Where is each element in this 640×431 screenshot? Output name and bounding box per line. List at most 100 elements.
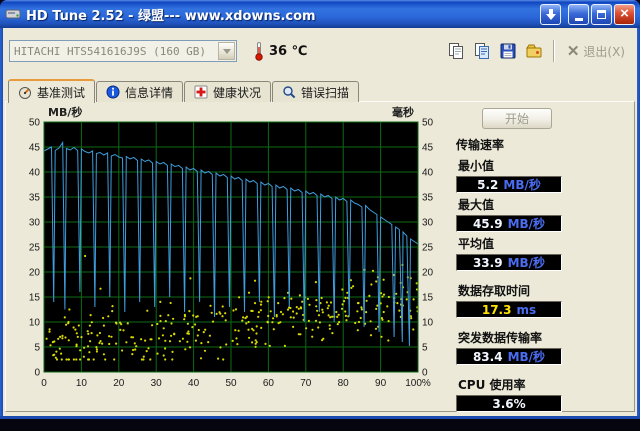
svg-text:70: 70 [300,378,312,389]
tab-label: 信息详情 [125,85,174,100]
magnifier-icon [283,86,296,99]
access-time-unit: ms [516,302,537,317]
svg-text:40: 40 [188,378,200,389]
cpu-usage-value-box: 3.6% [456,395,562,412]
svg-text:25: 25 [29,243,41,254]
benchmark-tab-page: 0 0 5 5 10 10 15 15 20 20 25 25 30 30 35 35 40 40 45 45 50 50… [5,101,635,412]
access-time-value: 17.3 [481,302,512,317]
svg-text:15: 15 [29,293,41,304]
avg-label: 平均值 [458,237,495,251]
svg-text:5: 5 [422,343,428,354]
svg-text:60: 60 [263,378,275,389]
burst-rate-value: 83.4 [472,349,503,364]
avg-unit: MB/秒 [507,256,546,270]
svg-text:20: 20 [29,268,41,279]
copy-icon [448,43,463,59]
info-icon [106,85,120,99]
maximize-icon [597,9,606,19]
svg-text:40: 40 [422,168,434,179]
thermometer-icon [255,42,263,61]
svg-text:0: 0 [422,368,428,379]
save-icon [500,43,516,59]
svg-text:MB/秒: MB/秒 [48,106,82,119]
toolbar: HITACHI HTS541616J9S (160 GB) 36 ℃ ✕ 退出(… [3,36,637,66]
combobox-dropdown-button[interactable] [218,42,235,60]
svg-text:50: 50 [225,378,237,389]
maximize-button[interactable] [591,3,612,25]
chevron-down-icon [222,48,231,58]
close-icon: × [620,5,629,22]
svg-text:90: 90 [375,378,387,389]
minimize-button[interactable] [568,3,589,25]
save-screenshot-button[interactable] [495,39,521,63]
burst-rate-unit: MB/秒 [507,350,546,364]
drive-select-value: HITACHI HTS541616J9S (160 GB) [14,44,207,58]
exit-label: 退出(X) [583,44,625,59]
tab-benchmark[interactable]: 基准测试 [8,79,96,103]
svg-text:80: 80 [338,378,350,389]
svg-text:15: 15 [422,293,434,304]
temperature-indicator: 36 ℃ [253,41,307,61]
access-time-value-box: 17.3 ms [456,301,562,318]
tab-info[interactable]: 信息详情 [96,81,184,102]
svg-text:30: 30 [29,218,41,229]
tab-strip: 基准测试 信息详情 健康状况 错误扫描 [8,78,360,103]
tab-health[interactable]: 健康状况 [184,81,272,102]
svg-text:30: 30 [151,378,163,389]
svg-text:30: 30 [422,218,434,229]
tab-label: 健康状况 [213,85,262,100]
titlebar: HD Tune 2.52 - 绿盟--- www.xdowns.com × [0,0,640,28]
cpu-usage-label: CPU 使用率 [458,378,526,392]
tab-label: 错误扫描 [301,85,350,100]
max-value-box: 45.9 MB/秒 [456,215,562,232]
results-panel: 传输速率 最小值 5.2 MB/秒 最大值 45.9 MB/秒 平均值 33.9… [456,136,632,415]
toolbar-separator [552,40,555,62]
burst-rate-label: 突发数据传输率 [458,331,543,345]
svg-text:10: 10 [29,318,41,329]
start-button[interactable]: 开始 [482,108,552,129]
min-unit: MB/秒 [503,178,541,192]
svg-text:0: 0 [34,368,40,379]
tab-label: 基准测试 [37,85,86,100]
tab-error-scan[interactable]: 错误扫描 [272,81,360,102]
window-title: HD Tune 2.52 - 绿盟--- www.xdowns.com [26,8,316,24]
max-label: 最大值 [458,198,495,212]
window-controls: × [540,3,635,25]
svg-text:5: 5 [34,343,40,354]
min-value: 5.2 [477,177,499,192]
avg-value: 33.9 [472,255,503,270]
svg-text:45: 45 [422,143,434,154]
desktop-background [0,419,640,431]
exit-x-icon: ✕ [566,42,580,60]
burst-rate-value-box: 83.4 MB/秒 [456,348,562,365]
benchmark-gauge-icon [19,87,31,99]
tools-button[interactable] [521,39,547,63]
svg-text:0: 0 [41,378,47,389]
download-button[interactable] [540,3,561,25]
svg-text:40: 40 [29,168,41,179]
avg-value-box: 33.9 MB/秒 [456,254,562,271]
drive-select-combobox[interactable]: HITACHI HTS541616J9S (160 GB) [9,40,237,62]
svg-text:50: 50 [29,118,41,129]
svg-text:20: 20 [422,268,434,279]
cpu-usage-value: 3.6% [492,396,526,411]
svg-text:50: 50 [422,118,434,129]
copy-screenshot-button[interactable] [443,39,469,63]
max-value: 45.9 [472,216,503,231]
svg-text:100%: 100% [405,378,431,389]
close-button[interactable]: × [614,3,635,25]
download-arrow-icon [545,9,556,20]
svg-text:25: 25 [422,243,434,254]
svg-text:20: 20 [113,378,125,389]
access-time-label: 数据存取时间 [458,284,531,298]
temperature-value: 36 ℃ [269,43,308,59]
exit-button[interactable]: ✕ 退出(X) [561,41,631,62]
app-icon [5,6,21,22]
client-area: HITACHI HTS541616J9S (160 GB) 36 ℃ ✕ 退出(… [3,28,637,416]
transfer-rate-section-title: 传输速率 [456,138,505,152]
minimize-icon [574,17,583,21]
health-cross-icon [194,85,208,99]
svg-text:35: 35 [422,193,434,204]
copy-text-button[interactable] [469,39,495,63]
svg-text:45: 45 [29,143,41,154]
